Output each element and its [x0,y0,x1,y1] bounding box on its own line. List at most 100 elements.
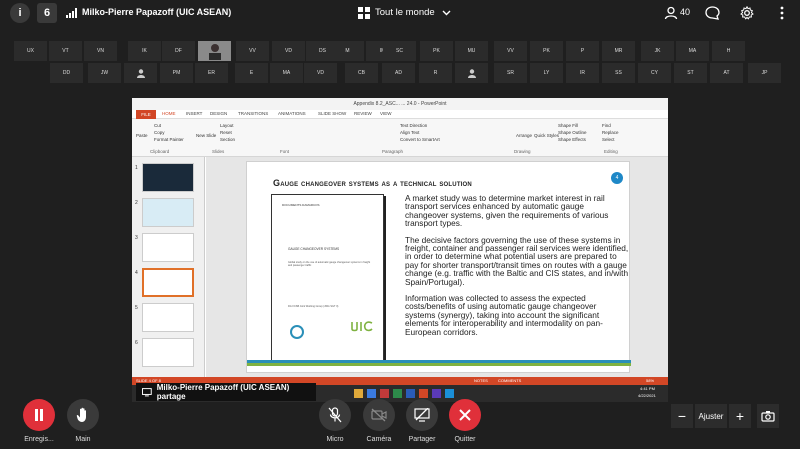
chevron-down-icon[interactable] [438,5,454,21]
participant-tile[interactable]: JP [748,63,781,83]
participant-tile[interactable]: ST [674,63,707,83]
section-button[interactable]: Section [220,137,235,142]
participant-tile[interactable]: PK [420,41,453,61]
view-selector[interactable]: Tout le monde [375,7,435,18]
outlook-icon[interactable] [445,389,454,398]
grid-view-icon[interactable] [356,5,372,21]
slide-thumbnail-selected[interactable] [142,268,194,297]
participant-tile[interactable]: SR [494,63,527,83]
record-button[interactable] [23,399,55,431]
microphone-button[interactable] [319,399,351,431]
zoom-fit-button[interactable]: Ajuster [695,404,727,428]
tab-view[interactable]: VIEW [380,111,392,116]
participant-tile[interactable]: P [566,41,599,61]
notes-button[interactable]: NOTES [474,378,488,383]
participant-tile[interactable]: VD [304,63,337,83]
teams-icon[interactable] [432,389,441,398]
participant-tile[interactable]: VN [84,41,117,61]
screenshot-button[interactable] [757,404,779,428]
format-painter-button[interactable]: Format Painter [154,137,184,142]
share-button[interactable] [406,399,438,431]
zoom-out-button[interactable]: − [671,404,693,428]
tab-animations[interactable]: ANIMATIONS [278,111,306,116]
slide-thumbnail[interactable] [142,198,194,227]
participant-tile[interactable]: JW [88,63,121,83]
participant-tile[interactable]: H [712,41,745,61]
align-text-button[interactable]: Align Text [400,130,419,135]
camera-button[interactable] [363,399,395,431]
word-icon[interactable] [406,389,415,398]
participant-tile[interactable]: SS [602,63,635,83]
zoom-in-button[interactable]: + [729,404,751,428]
shape-fill-button[interactable]: Shape Fill [558,123,578,128]
cut-button[interactable]: Cut [154,123,161,128]
participant-tile[interactable]: PM [160,63,193,83]
participant-tile[interactable]: SC [383,41,416,61]
tab-insert[interactable]: INSERT [186,111,202,116]
participant-tile[interactable]: UX [14,41,47,61]
gear-icon[interactable] [739,5,755,21]
participant-tile[interactable]: IR [566,63,599,83]
participant-tile[interactable]: VV [494,41,527,61]
participants-icon[interactable] [663,5,679,21]
participant-tile[interactable]: DD [50,63,83,83]
participant-tile[interactable]: MA [270,63,303,83]
tab-transitions[interactable]: TRANSITIONS [238,111,268,116]
arrange-button[interactable]: Arrange [516,133,532,138]
tab-home[interactable]: HOME [162,111,176,116]
participant-tile[interactable]: M [331,41,364,61]
participant-tile[interactable]: MA [676,41,709,61]
security-badge[interactable]: 6 [37,3,57,23]
powerpoint-icon[interactable] [419,389,428,398]
participant-tile[interactable]: CB [345,63,378,83]
slide-thumbnail[interactable] [142,233,194,262]
more-icon[interactable] [774,5,790,21]
participant-tile[interactable]: VD [272,41,305,61]
participant-tile[interactable]: VV [236,41,269,61]
text-direction-button[interactable]: Text Direction [400,123,427,128]
paste-button[interactable]: Paste [136,133,148,138]
convert-smartart-button[interactable]: Convert to SmartArt [400,137,440,142]
leave-button[interactable] [449,399,481,431]
excel-icon[interactable] [393,389,402,398]
current-slide[interactable]: Gauge changeover systems as a technical … [246,161,631,373]
participant-tile[interactable]: PK [530,41,563,61]
copy-button[interactable]: Copy [154,130,165,135]
raise-hand-button[interactable] [67,399,99,431]
participant-tile[interactable]: LY [530,63,563,83]
tab-design[interactable]: DESIGN [210,111,227,116]
participant-tile[interactable]: MR [602,41,635,61]
slide-thumbnail[interactable] [142,338,194,367]
reset-button[interactable]: Reset [220,130,232,135]
slide-thumbnail[interactable] [142,163,194,192]
slide-thumbnail[interactable] [142,303,194,332]
participant-tile[interactable]: R [419,63,452,83]
chat-icon[interactable] [704,5,720,21]
comments-button[interactable]: COMMENTS [498,378,521,383]
participant-tile[interactable]: DF [162,41,195,61]
replace-button[interactable]: Replace [602,130,619,135]
participant-tile[interactable] [124,63,157,83]
tab-file[interactable]: FILE [136,110,156,119]
find-button[interactable]: Find [602,123,611,128]
participant-tile[interactable]: ER [195,63,228,83]
participant-tile[interactable]: JK [641,41,674,61]
app-icon[interactable] [380,389,389,398]
new-slide-button[interactable]: New Slide [196,133,216,138]
participant-tile[interactable]: E [235,63,268,83]
layout-button[interactable]: Layout [220,123,234,128]
info-icon[interactable]: i [10,3,30,23]
shape-outline-button[interactable]: Shape Outline [558,130,587,135]
tab-review[interactable]: REVIEW [354,111,372,116]
participant-tile[interactable]: CY [638,63,671,83]
participant-tile[interactable]: VT [49,41,82,61]
participant-tile[interactable]: AT [710,63,743,83]
select-button[interactable]: Select [602,137,615,142]
tab-slide-show[interactable]: SLIDE SHOW [318,111,346,116]
participant-video-tile[interactable] [198,41,231,61]
participant-tile[interactable]: AD [382,63,415,83]
participant-tile[interactable]: IK [128,41,161,61]
browser-icon[interactable] [367,389,376,398]
shape-effects-button[interactable]: Shape Effects [558,137,586,142]
quick-styles-button[interactable]: Quick Styles [534,133,559,138]
